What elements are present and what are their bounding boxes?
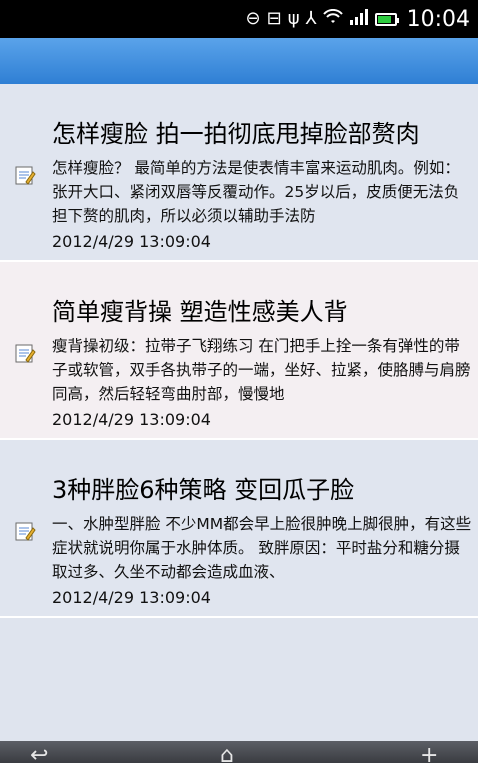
article-title[interactable]: 怎样瘦脸 拍一拍彻底甩掉脸部赘肉 [52, 114, 472, 149]
wifi-icon [322, 8, 343, 29]
status-bar: ⊖ ⊟ ψ ⅄ 10:04 [0, 0, 478, 38]
article-icon [14, 520, 36, 542]
article-title[interactable]: 简单瘦背操 塑造性感美人背 [52, 292, 472, 327]
status-time: 10:04 [406, 6, 470, 32]
article-icon [14, 164, 36, 186]
article-summary: 瘦背操初级：拉带子飞翔练习 在门把手上拴一条有弹性的带子或软管，双手各执带子的一… [52, 337, 471, 403]
network-icon: ⅄ [305, 8, 317, 29]
battery-icon [374, 12, 399, 26]
article-date: 2012/4/29 13:09:04 [52, 588, 211, 607]
list-item[interactable]: 简单瘦背操 塑造性感美人背 瘦背操初级：拉带子飞翔练习 在门把手上拴一条有弹性的… [0, 262, 478, 440]
home-icon[interactable]: ⌂ [220, 745, 234, 763]
article-summary: 一、水肿型胖脸 不少MM都会早上脸很肿晚上脚很肿，有这些症状就说明你属于水肿体质… [52, 515, 472, 581]
bottom-toolbar: ↩ ⌂ + [0, 741, 478, 763]
voicemail-icon: ⊖ [245, 8, 261, 29]
usb-icon: ψ [287, 8, 300, 29]
add-icon[interactable]: + [420, 745, 438, 763]
article-icon [14, 342, 36, 364]
bbm-icon: ⊟ [266, 8, 282, 29]
article-summary: 怎样瘦脸？ 最简单的方法是使表情丰富来运动肌肉。例如：张开大口、紧闭双唇等反覆动… [52, 159, 460, 225]
article-list: 怎样瘦脸 拍一拍彻底甩掉脸部赘肉 怎样瘦脸？ 最简单的方法是使表情丰富来运动肌肉… [0, 84, 478, 741]
signal-icon [349, 9, 369, 29]
article-date: 2012/4/29 13:09:04 [52, 410, 211, 429]
status-icons: ⊖ ⊟ ψ ⅄ 10:04 [246, 0, 470, 38]
article-date: 2012/4/29 13:09:04 [52, 232, 211, 251]
article-title[interactable]: 3种胖脸6种策略 变回瓜子脸 [52, 470, 472, 505]
back-icon[interactable]: ↩ [30, 745, 48, 763]
list-item[interactable]: 3种胖脸6种策略 变回瓜子脸 一、水肿型胖脸 不少MM都会早上脸很肿晚上脚很肿，… [0, 440, 478, 618]
title-bar [0, 38, 478, 84]
list-item[interactable]: 怎样瘦脸 拍一拍彻底甩掉脸部赘肉 怎样瘦脸？ 最简单的方法是使表情丰富来运动肌肉… [0, 84, 478, 262]
